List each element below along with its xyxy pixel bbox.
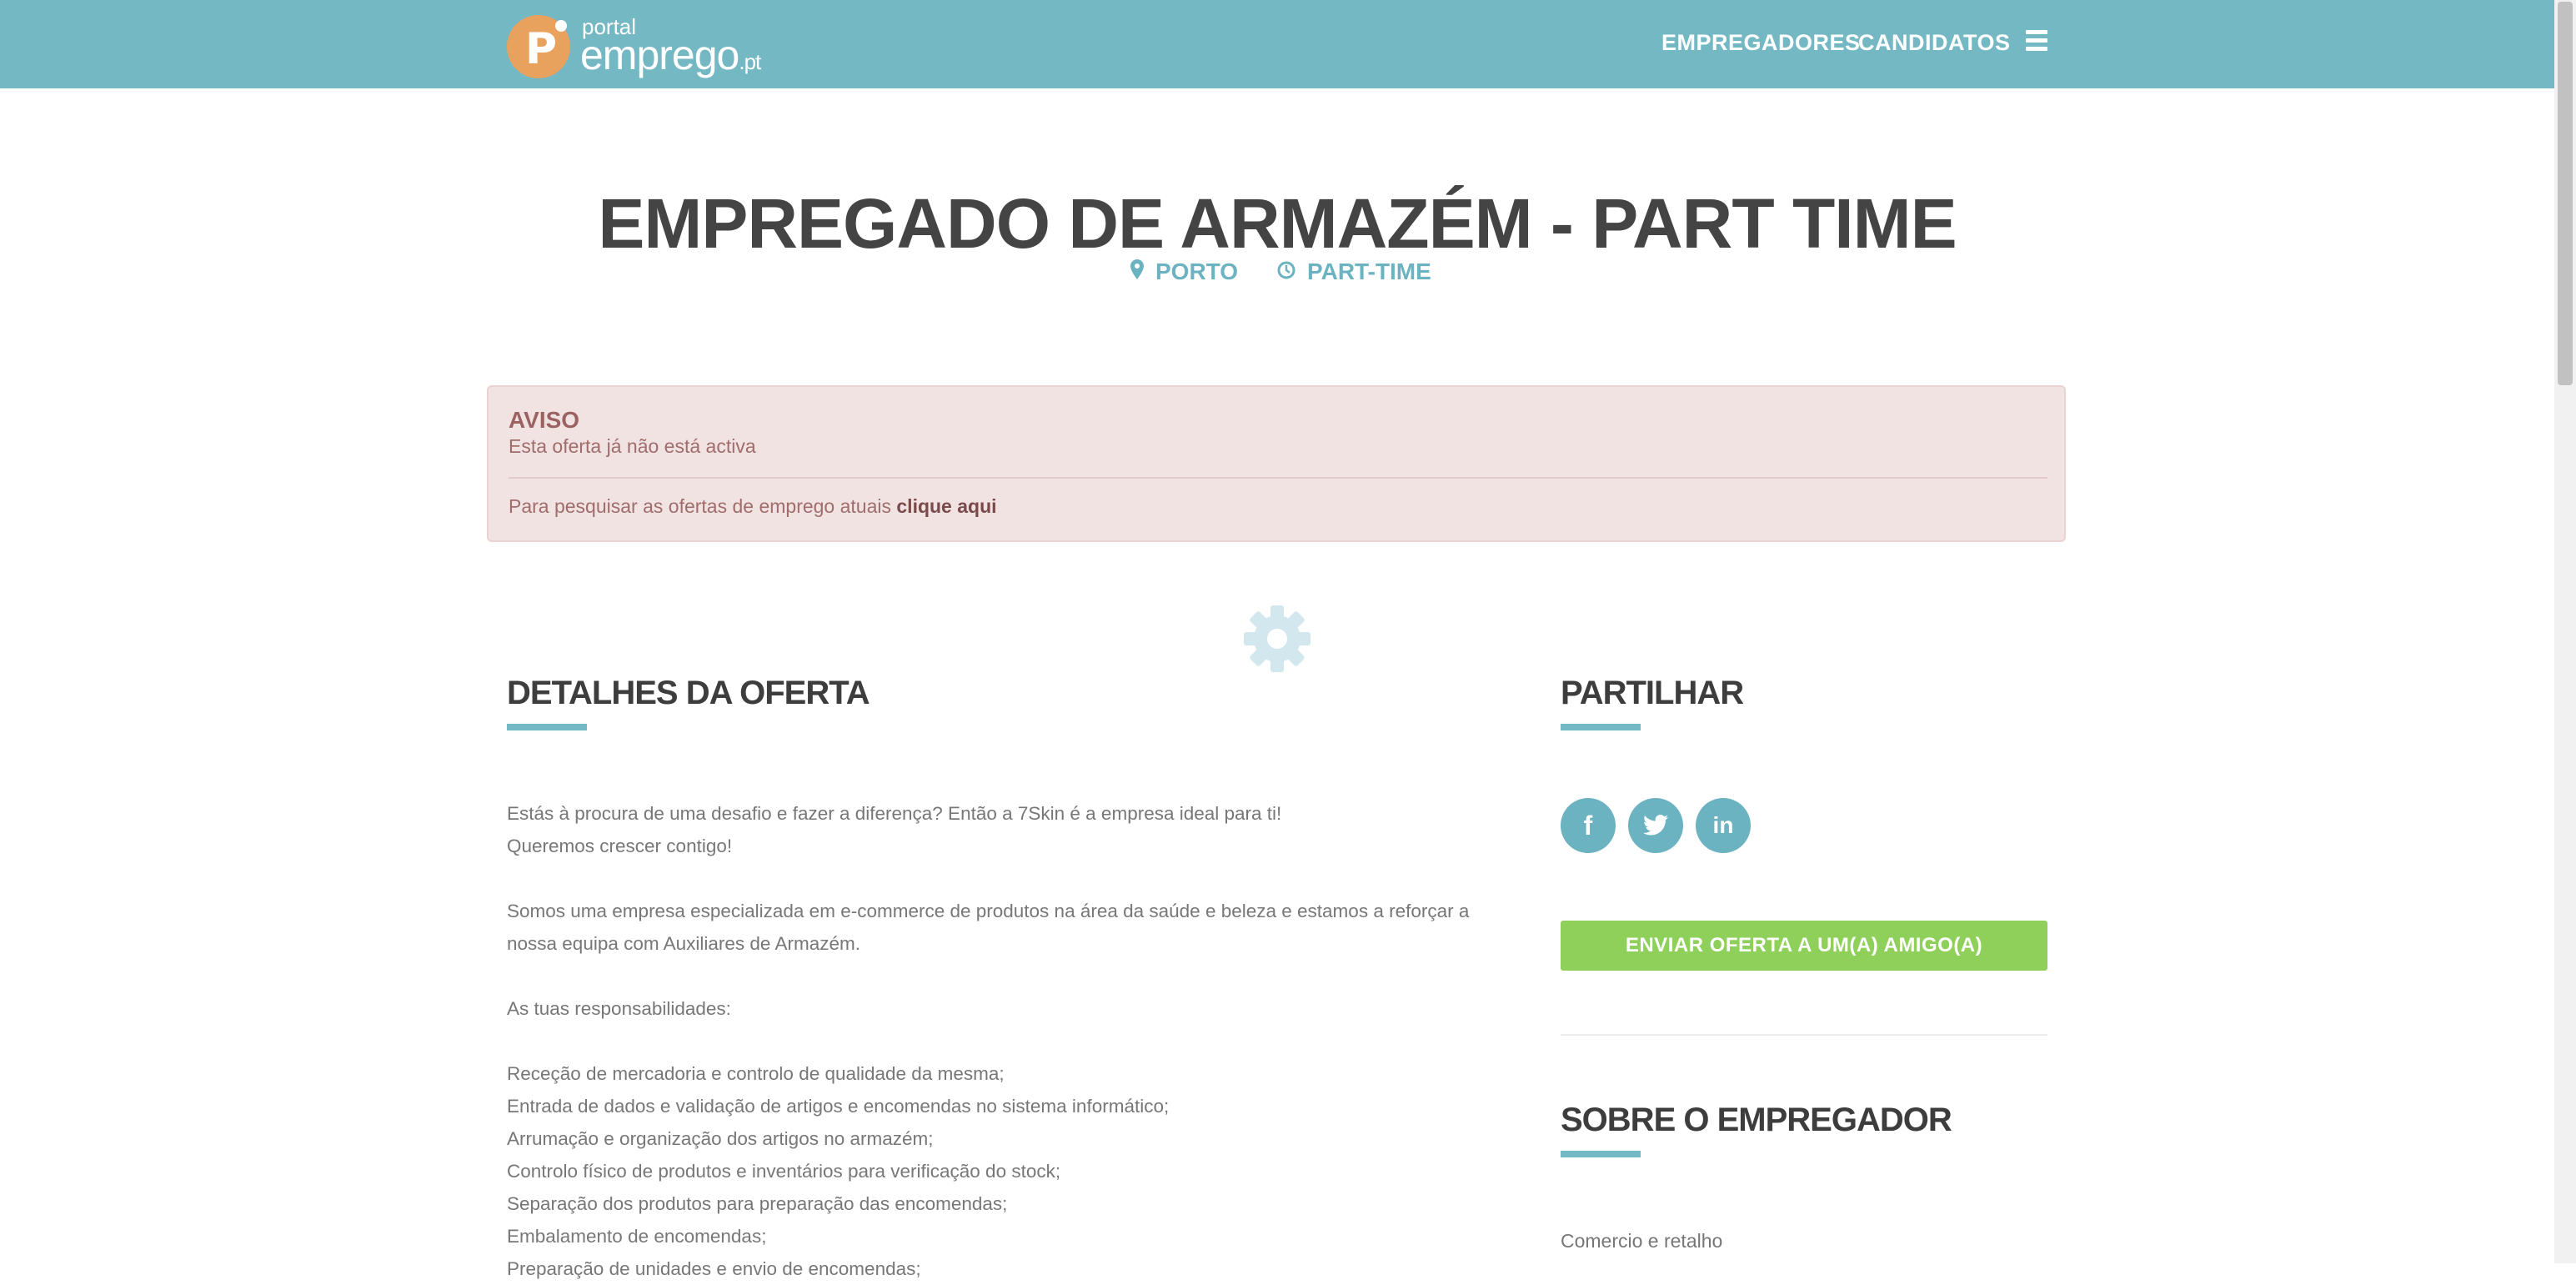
job-location-text: PORTO	[1155, 259, 1239, 284]
description-paragraph	[507, 960, 1491, 992]
job-type: PART-TIME	[1277, 255, 1431, 289]
description-paragraph	[507, 1025, 1491, 1057]
logo-suffix: .pt	[739, 49, 761, 74]
description-paragraph: Preparação de unidades e envio de encome…	[507, 1258, 921, 1279]
facebook-share-button[interactable]: f	[1561, 798, 1616, 853]
alert-search-line: Para pesquisar as ofertas de emprego atu…	[509, 495, 997, 518]
clock-icon	[1277, 255, 1296, 289]
inactive-offer-alert: AVISO Esta oferta já não está activa Par…	[487, 385, 2066, 542]
alert-message: Esta oferta já não está activa	[509, 435, 756, 457]
job-description: Estás à procura de uma desafio e fazer a…	[507, 797, 1491, 1285]
job-location: PORTO	[1130, 255, 1238, 289]
twitter-share-button[interactable]	[1628, 798, 1683, 853]
linkedin-icon: in	[1712, 812, 1734, 838]
sidebar-divider	[1561, 1034, 2047, 1036]
job-type-text: PART-TIME	[1307, 259, 1431, 284]
gear-icon	[1242, 604, 1312, 674]
description-paragraph: Somos uma empresa especializada em e-com…	[507, 901, 1470, 954]
alert-search-prefix: Para pesquisar as ofertas de emprego atu…	[509, 495, 891, 517]
alert-divider	[509, 477, 2047, 479]
employer-heading: SOBRE O EMPREGADOR	[1561, 1102, 1952, 1138]
description-paragraph: Controlo físico de produtos e inventário…	[507, 1161, 1061, 1182]
share-heading-underline	[1561, 724, 1641, 730]
page-scrollbar[interactable]	[2554, 0, 2576, 1263]
details-heading: DETALHES DA OFERTA	[507, 675, 870, 711]
click-here-link[interactable]: clique aqui	[896, 495, 996, 517]
facebook-icon: f	[1583, 811, 1593, 841]
logo-big-text: emprego.pt	[580, 32, 761, 78]
description-paragraph: Estás à procura de uma desafio e fazer a…	[507, 803, 1282, 824]
nav-employers-link[interactable]: EMPREGADORES	[1661, 28, 1861, 57]
description-paragraph: Entrada de dados e validação de artigos …	[507, 1096, 1170, 1117]
alert-title: AVISO	[509, 407, 580, 433]
linkedin-share-button[interactable]: in	[1696, 798, 1751, 853]
description-paragraph: Queremos crescer contigo!	[507, 836, 733, 856]
job-title: EMPREGADO DE ARMAZÉM - PART TIME	[598, 184, 1957, 263]
scrollbar-thumb[interactable]	[2558, 2, 2573, 385]
description-paragraph: Embalamento de encomendas;	[507, 1226, 767, 1247]
p-logo-icon: P	[507, 15, 570, 78]
send-offer-to-friend-button[interactable]: ENVIAR OFERTA A UM(A) AMIGO(A)	[1561, 921, 2047, 971]
employer-heading-underline	[1561, 1151, 1641, 1157]
twitter-icon	[1642, 812, 1668, 842]
description-paragraph: Receção de mercadoria e controlo de qual…	[507, 1063, 1005, 1084]
description-paragraph: Separação dos produtos para preparação d…	[507, 1193, 1008, 1214]
description-paragraph	[507, 862, 1491, 895]
hamburger-icon[interactable]	[2026, 30, 2047, 53]
employer-sector: Comercio e retalho	[1561, 1230, 1723, 1252]
map-marker-icon	[1130, 255, 1144, 289]
site-logo[interactable]: P portal emprego.pt	[505, 10, 772, 80]
share-heading: PARTILHAR	[1561, 675, 1744, 711]
top-navbar: P portal emprego.pt EMPREGADORES CANDIDA…	[0, 0, 2554, 88]
nav-candidates-link[interactable]: CANDIDATOS	[1858, 28, 2011, 57]
description-paragraph: As tuas responsabilidades:	[507, 998, 731, 1019]
description-paragraph: Arrumação e organização dos artigos no a…	[507, 1128, 934, 1149]
details-heading-underline	[507, 724, 587, 730]
